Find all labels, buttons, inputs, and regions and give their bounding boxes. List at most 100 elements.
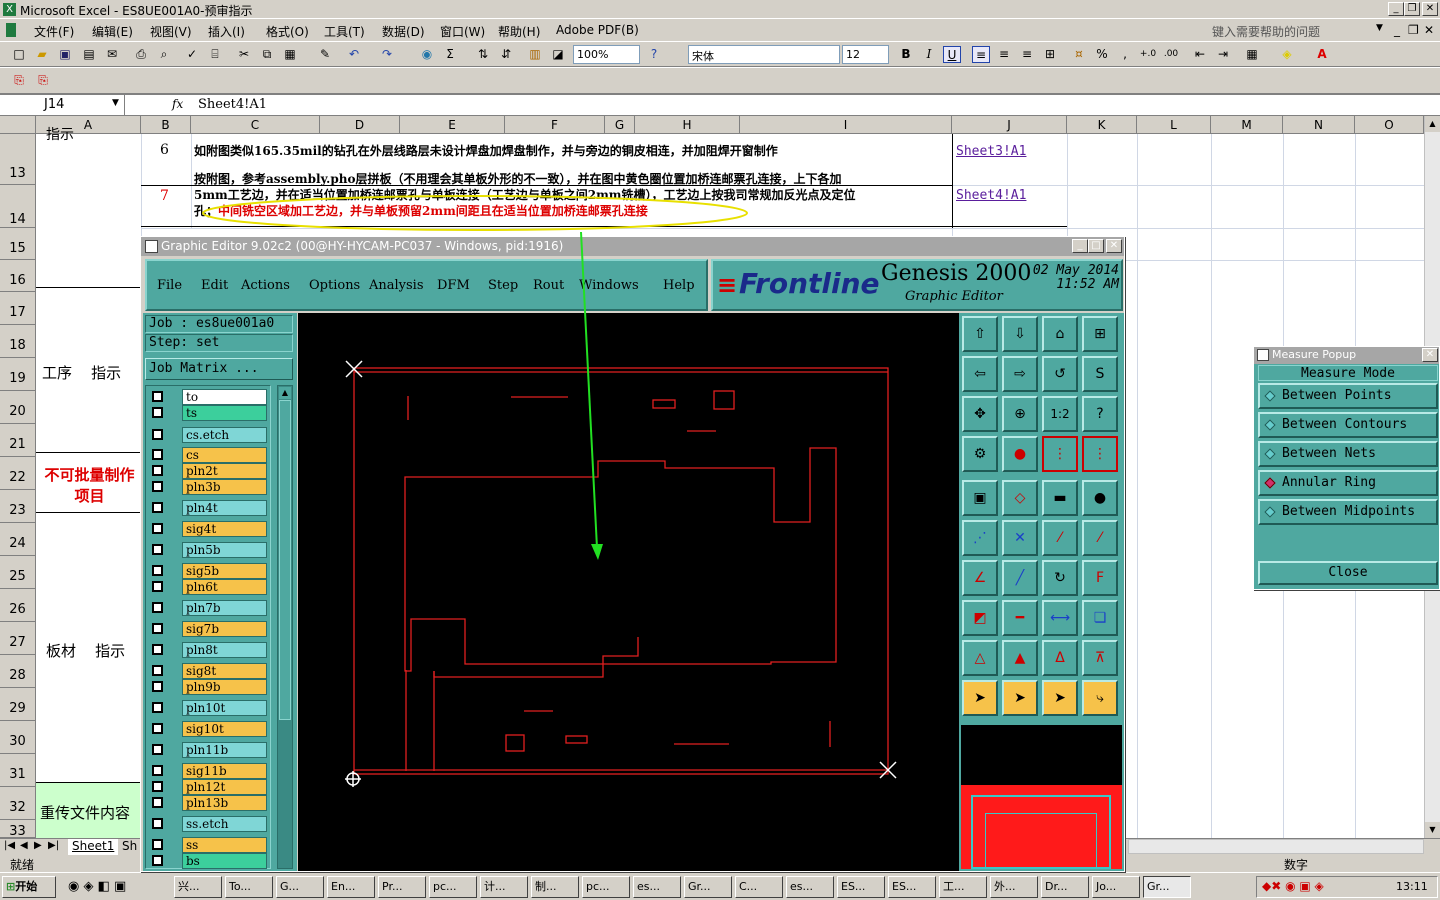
tool-diagonal-icon[interactable]: ╱ xyxy=(1002,560,1038,596)
tool-undo-view-icon[interactable]: ↺ xyxy=(1042,356,1078,392)
tool-segment-icon[interactable]: ━ xyxy=(1002,600,1038,636)
layer-name[interactable]: sig10t xyxy=(182,721,267,737)
menu-adobe-pdf[interactable]: Adobe PDF(B) xyxy=(556,23,639,37)
layer-scroll-up-icon[interactable]: ▲ xyxy=(279,387,291,399)
layer-checkbox[interactable] xyxy=(152,407,163,418)
tool-ruler-icon[interactable]: ▬ xyxy=(1042,480,1078,516)
option-between-contours[interactable]: Between Contours xyxy=(1258,412,1438,438)
print-preview-icon[interactable]: ⌕ xyxy=(155,46,173,63)
decrease-decimal-icon[interactable]: .00 xyxy=(1162,46,1180,63)
zoom-select[interactable]: 100% xyxy=(573,45,640,64)
tool-triangle-3-icon[interactable]: Δ xyxy=(1042,640,1078,676)
layer-row-pln3b[interactable]: pln3b xyxy=(150,478,268,496)
layer-checkbox[interactable] xyxy=(152,781,163,792)
autosum-icon[interactable]: Σ xyxy=(441,46,459,63)
restore-icon[interactable]: ❐ xyxy=(1404,2,1420,16)
fill-color-icon[interactable]: ◈ xyxy=(1278,46,1296,63)
tool-group-icon[interactable]: ❏ xyxy=(1082,600,1118,636)
layer-checkbox[interactable] xyxy=(152,544,163,555)
tool-scale-icon[interactable]: 1:2 xyxy=(1042,396,1078,432)
tool-arrow-box-icon[interactable]: ➤ xyxy=(1002,680,1038,716)
quicklaunch-icons[interactable]: ◉ ◈ ◧ ▣ xyxy=(68,879,126,894)
name-box-dropdown-icon[interactable]: ▼ xyxy=(112,98,119,108)
menu-tools[interactable]: 工具(T) xyxy=(324,23,365,40)
borders-icon[interactable]: ▦ xyxy=(1243,46,1261,63)
sort-descending-icon[interactable]: ⇵ xyxy=(497,46,515,63)
layer-checkbox[interactable] xyxy=(152,523,163,534)
layer-name[interactable]: pln8t xyxy=(182,642,267,658)
layer-checkbox[interactable] xyxy=(152,644,163,655)
layer-checkbox[interactable] xyxy=(152,391,163,402)
layer-name[interactable]: ss.etch xyxy=(182,816,267,832)
option-between-points[interactable]: Between Points xyxy=(1258,383,1438,409)
task-button-18[interactable]: Dr... xyxy=(1041,876,1089,898)
tool-arc-icon[interactable]: ↻ xyxy=(1042,560,1078,596)
task-button-17[interactable]: 外... xyxy=(990,876,1038,898)
paste-icon[interactable]: ▦ xyxy=(281,46,299,63)
print-icon[interactable]: ⎙ xyxy=(132,46,150,63)
genesis-menu-file[interactable]: File xyxy=(157,278,182,293)
tab-last-icon[interactable]: ▶| xyxy=(48,840,59,851)
excel-app-icon[interactable]: X xyxy=(3,3,16,16)
tool-probe-icon[interactable]: ● xyxy=(1002,436,1038,472)
scroll-up-icon[interactable]: ▲ xyxy=(1425,116,1440,132)
currency-icon[interactable]: ¤ xyxy=(1070,46,1088,63)
tool-zoom-area-icon[interactable]: ⊕ xyxy=(1002,396,1038,432)
tool-points-icon[interactable]: ⋰ xyxy=(962,520,998,556)
layer-checkbox[interactable] xyxy=(152,702,163,713)
tool-home-icon[interactable]: ⌂ xyxy=(1042,316,1078,352)
doc-minimize-icon[interactable]: _ xyxy=(1394,23,1400,37)
menu-insert[interactable]: 插入(I) xyxy=(208,23,245,40)
bold-icon[interactable]: B xyxy=(897,46,915,63)
tool-pad-icon[interactable]: ▣ xyxy=(962,480,998,516)
layer-scrollbar[interactable]: ▲ xyxy=(277,385,293,869)
tool-arrow-route-icon[interactable]: ⤷ xyxy=(1082,680,1118,716)
tool-redraw-icon[interactable]: S xyxy=(1082,356,1118,392)
cut-icon[interactable]: ✂ xyxy=(235,46,253,63)
measure-close-icon[interactable]: ✕ xyxy=(1422,348,1438,362)
layer-checkbox[interactable] xyxy=(152,839,163,850)
align-right-icon[interactable]: ≡ xyxy=(1018,46,1036,63)
tool-circle-icon[interactable]: ● xyxy=(1082,480,1118,516)
task-button-9[interactable]: pc... xyxy=(582,876,630,898)
tab-prev-icon[interactable]: ◀ xyxy=(20,840,28,851)
drawing-icon[interactable]: ◪ xyxy=(549,46,567,63)
layer-name[interactable]: pln12t xyxy=(182,779,267,795)
font-size-select[interactable]: 12 xyxy=(842,45,889,64)
measure-close-button[interactable]: Close xyxy=(1258,561,1438,585)
layer-name[interactable]: pln4t xyxy=(182,500,267,516)
layer-name[interactable]: pln5b xyxy=(182,542,267,558)
layer-checkbox[interactable] xyxy=(152,818,163,829)
merge-center-icon[interactable]: ⊞ xyxy=(1041,46,1059,63)
layer-checkbox[interactable] xyxy=(152,429,163,440)
layer-checkbox[interactable] xyxy=(152,797,163,808)
menu-data[interactable]: 数据(D) xyxy=(382,23,425,40)
layer-checkbox[interactable] xyxy=(152,581,163,592)
genesis-maximize-icon[interactable]: □ xyxy=(1088,239,1104,253)
font-color-icon[interactable]: A xyxy=(1313,46,1331,63)
decrease-indent-icon[interactable]: ⇤ xyxy=(1191,46,1209,63)
hyperlink-icon[interactable]: ◉ xyxy=(418,46,436,63)
increase-indent-icon[interactable]: ⇥ xyxy=(1214,46,1232,63)
task-button-7[interactable]: 计... xyxy=(480,876,528,898)
task-button-6[interactable]: pc... xyxy=(429,876,477,898)
new-icon[interactable]: □ xyxy=(10,46,28,63)
layer-name[interactable]: pln3b xyxy=(182,479,267,495)
layer-row-pln7b[interactable]: pln7b xyxy=(150,599,268,617)
layer-name[interactable]: sig4t xyxy=(182,521,267,537)
option-between-midpoints[interactable]: Between Midpoints xyxy=(1258,499,1438,525)
layer-name[interactable]: pln13b xyxy=(182,795,267,811)
layer-row-sig4t[interactable]: sig4t xyxy=(150,520,268,538)
task-button-1[interactable]: 兴... xyxy=(174,876,222,898)
tool-select-pad-icon[interactable]: ◩ xyxy=(962,600,998,636)
genesis-menu-rout[interactable]: Rout xyxy=(533,278,564,293)
name-box[interactable]: J14 xyxy=(0,95,125,115)
layer-name[interactable]: pln7b xyxy=(182,600,267,616)
layer-row-cs-etch[interactable]: cs.etch xyxy=(150,426,268,444)
tab-partial[interactable]: Sh xyxy=(122,839,137,853)
tab-next-icon[interactable]: ▶ xyxy=(34,840,42,851)
layer-name[interactable]: pln6t xyxy=(182,579,267,595)
genesis-menu-actions[interactable]: Actions xyxy=(241,278,290,293)
font-select[interactable]: 宋体 xyxy=(688,45,840,64)
fx-icon[interactable]: fx xyxy=(172,97,183,111)
